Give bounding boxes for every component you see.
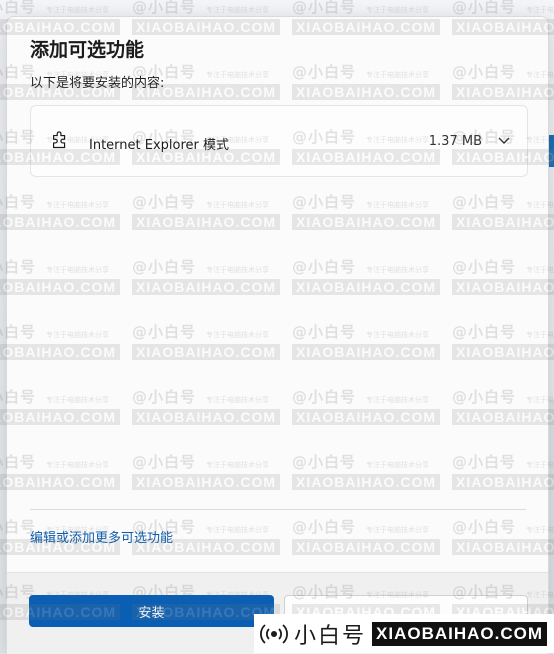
dialog-subtitle: 以下是将要安装的内容: — [30, 76, 165, 91]
brand-watermark: 小白号 XIAOBAIHAO.COM — [254, 614, 554, 653]
feature-item-ie-mode[interactable]: Internet Explorer 模式 1.37 MB — [30, 105, 528, 177]
brand-name: 小白号 — [294, 623, 367, 649]
feature-name: Internet Explorer 模式 — [89, 138, 230, 153]
edit-more-features-link[interactable]: 编辑或添加更多可选功能 — [30, 527, 173, 546]
divider — [30, 509, 526, 510]
dialog-title: 添加可选功能 — [30, 39, 145, 61]
background-scrollbar — [549, 400, 554, 620]
add-optional-feature-dialog: 添加可选功能 以下是将要安装的内容: Internet Explorer 模式 … — [6, 16, 549, 654]
brand-domain: XIAOBAIHAO.COM — [372, 621, 548, 646]
feature-size: 1.37 MB — [428, 134, 482, 149]
chevron-down-icon[interactable] — [497, 136, 511, 146]
broadcast-icon — [260, 623, 288, 644]
puzzle-piece-icon — [52, 131, 66, 149]
install-button[interactable]: 安装 — [29, 595, 274, 627]
